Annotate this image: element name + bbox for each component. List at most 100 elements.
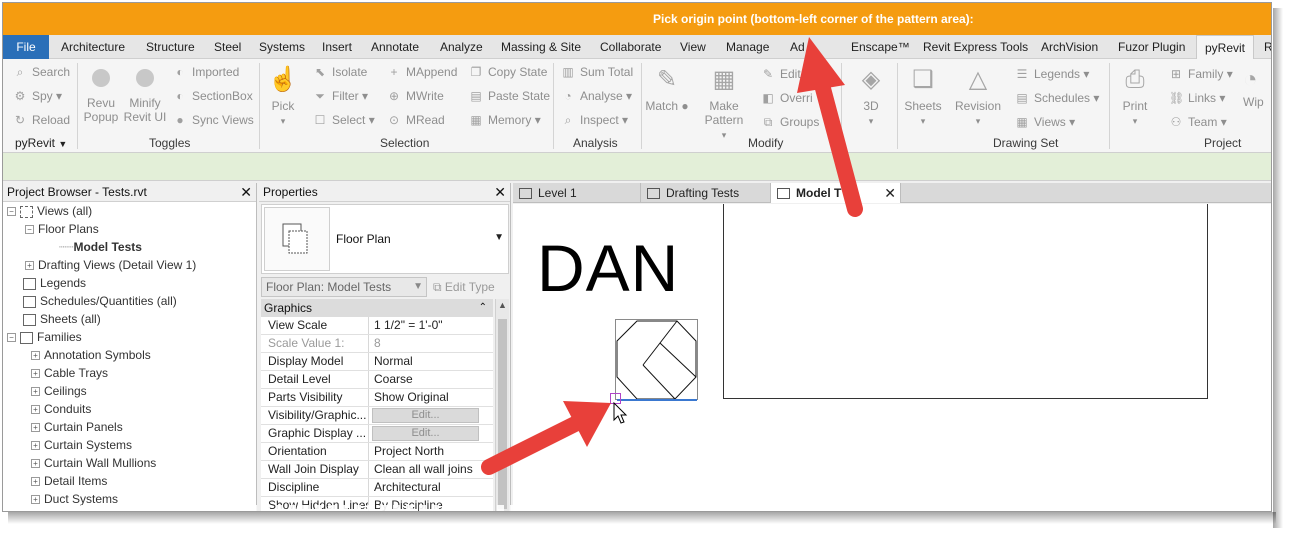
expand-icon[interactable]: +: [31, 387, 40, 397]
3d-view-button[interactable]: ◈ 3D ▾: [851, 65, 891, 128]
make-pattern-button[interactable]: ▦ Make Pattern ▾: [701, 65, 747, 142]
tree-item-detail-items[interactable]: + Detail Items: [31, 472, 107, 490]
expand-icon[interactable]: +: [31, 351, 40, 361]
imported-toggle[interactable]: ◐ Imported: [173, 65, 239, 79]
sectionbox-toggle[interactable]: ◐ SectionBox: [173, 89, 252, 103]
groups-button[interactable]: ⧉ Groups: [761, 115, 820, 129]
isolate-button[interactable]: ⬉ Isolate: [313, 65, 367, 79]
property-row[interactable]: Show Hidden Lines By Discipline: [261, 497, 493, 511]
property-value[interactable]: 1 1/2" = 1'-0": [371, 317, 491, 334]
tab-fuzor-plugin[interactable]: Fuzor Plugin: [1116, 35, 1187, 59]
collapse-icon[interactable]: −: [25, 225, 34, 235]
property-value[interactable]: Architectural: [371, 479, 491, 496]
edit-button[interactable]: Edit...: [372, 426, 479, 441]
tree-item-floor-plans[interactable]: − Floor Plans: [25, 220, 99, 238]
tab-archvision[interactable]: ArchVision: [1039, 35, 1100, 59]
print-button[interactable]: ⎙ Print ▾: [1115, 65, 1155, 128]
property-row[interactable]: Display Model Normal: [261, 353, 493, 371]
type-selector[interactable]: Floor Plan ▼: [261, 204, 509, 274]
scroll-thumb[interactable]: [498, 319, 507, 509]
edit-button[interactable]: ✎ Edit: [761, 67, 801, 81]
property-row[interactable]: Detail Level Coarse: [261, 371, 493, 389]
select-button[interactable]: ☐ Select ▾: [313, 113, 375, 127]
tab-revit-express-tools[interactable]: Revit Express Tools: [921, 35, 1030, 59]
expand-icon[interactable]: +: [31, 477, 40, 487]
property-row[interactable]: Discipline Architectural: [261, 479, 493, 497]
tree-item-curtain-panels[interactable]: + Curtain Panels: [31, 418, 123, 436]
match-button[interactable]: ✎ Match ●: [645, 65, 689, 113]
collapse-icon[interactable]: −: [7, 333, 16, 343]
expand-icon[interactable]: +: [31, 459, 40, 469]
sheets-button[interactable]: ❑ Sheets ▾: [901, 65, 945, 128]
tab-enscape[interactable]: Enscape™: [849, 35, 912, 59]
view-tab-level-1[interactable]: Level 1: [513, 183, 641, 203]
tab-file[interactable]: File: [3, 35, 49, 59]
tree-item-model-tests[interactable]: ┈┈Model Tests: [59, 238, 142, 256]
view-tab-drafting-tests[interactable]: Drafting Tests: [641, 183, 771, 203]
instance-selector[interactable]: Floor Plan: Model Tests ▼: [261, 277, 427, 297]
memory-button[interactable]: ▦ Memory ▾: [469, 113, 540, 127]
team-button[interactable]: ⚇ Team ▾: [1169, 115, 1227, 129]
collapse-icon[interactable]: ⌃: [479, 299, 487, 317]
property-row[interactable]: View Scale 1 1/2" = 1'-0": [261, 317, 493, 335]
property-row[interactable]: Graphic Display ... Edit...: [261, 425, 493, 443]
tree-item-sheets[interactable]: Sheets (all): [23, 310, 101, 328]
tab-steel[interactable]: Steel: [212, 35, 243, 59]
tab-pyrevit[interactable]: pyRevit: [1196, 35, 1254, 59]
tab-overflow[interactable]: R: [1262, 35, 1271, 59]
property-row[interactable]: Scale Value 1: 8: [261, 335, 493, 353]
view-tab-model-tests[interactable]: Model T ✕: [771, 183, 901, 203]
minify-revit-ui-button[interactable]: Minify Revit UI: [123, 69, 167, 124]
property-row[interactable]: Orientation Project North: [261, 443, 493, 461]
edit-type-button[interactable]: ⧉ Edit Type: [433, 277, 495, 297]
mread-button[interactable]: ⊙ MRead: [387, 113, 445, 127]
tree-item-duct-systems[interactable]: + Duct Systems: [31, 490, 118, 508]
collapse-icon[interactable]: −: [7, 207, 16, 217]
tab-analyze[interactable]: Analyze: [438, 35, 485, 59]
inspect-button[interactable]: ⌕ Inspect ▾: [561, 113, 628, 127]
sync-views-toggle[interactable]: ● Sync Views: [173, 113, 253, 127]
property-value[interactable]: Show Original: [371, 389, 491, 406]
views-button[interactable]: ▦ Views ▾: [1015, 115, 1075, 129]
tab-annotate[interactable]: Annotate: [369, 35, 421, 59]
tab-view[interactable]: View: [678, 35, 708, 59]
tab-add-ins[interactable]: Ad: [788, 35, 807, 59]
reload-button[interactable]: ↻ Reload: [13, 113, 70, 127]
properties-group-graphics[interactable]: Graphics ⌃: [261, 299, 493, 317]
tab-architecture[interactable]: Architecture: [59, 35, 127, 59]
edit-button[interactable]: Edit...: [372, 408, 479, 423]
tree-item-ceilings[interactable]: + Ceilings: [31, 382, 87, 400]
tree-item-legends[interactable]: Legends: [23, 274, 86, 292]
tab-systems[interactable]: Systems: [257, 35, 307, 59]
tree-item-drafting-views[interactable]: + Drafting Views (Detail View 1): [25, 256, 196, 274]
expand-icon[interactable]: +: [25, 261, 34, 271]
tree-item-curtain-wall-mullions[interactable]: + Curtain Wall Mullions: [31, 454, 156, 472]
properties-scrollbar[interactable]: ▲: [495, 299, 509, 511]
sum-total-button[interactable]: ▥ Sum Total: [561, 65, 633, 79]
wipe-button[interactable]: ◔ Wip: [1243, 65, 1271, 109]
copy-state-button[interactable]: ❐ Copy State: [469, 65, 548, 79]
drawing-canvas[interactable]: DAN: [513, 204, 1271, 511]
expand-icon[interactable]: +: [31, 405, 40, 415]
tree-item-annotation-symbols[interactable]: + Annotation Symbols: [31, 346, 151, 364]
close-icon[interactable]: ✕: [240, 183, 252, 202]
mwrite-button[interactable]: ⊕ MWrite: [387, 89, 444, 103]
pick-button[interactable]: ☝ Pick ▾: [265, 65, 301, 128]
legends-button[interactable]: ☰ Legends ▾: [1015, 67, 1090, 81]
analyse-button[interactable]: ◔ Analyse ▾: [561, 89, 632, 103]
expand-icon[interactable]: +: [31, 423, 40, 433]
override-button[interactable]: ◧ Overri: [761, 91, 812, 105]
filter-button[interactable]: ⏷ Filter ▾: [313, 89, 368, 103]
tree-item-curtain-systems[interactable]: + Curtain Systems: [31, 436, 132, 454]
tab-insert[interactable]: Insert: [320, 35, 354, 59]
tab-massing-site[interactable]: Massing & Site: [499, 35, 583, 59]
close-icon[interactable]: ✕: [884, 183, 896, 203]
property-value[interactable]: By Discipline: [371, 497, 491, 511]
pyrevit-panel-label[interactable]: pyRevit ▼: [15, 136, 67, 150]
chevron-down-icon[interactable]: ▼: [494, 232, 504, 243]
family-button[interactable]: ⊞ Family ▾: [1169, 67, 1233, 81]
tab-collaborate[interactable]: Collaborate: [598, 35, 663, 59]
revision-button[interactable]: △ Revision ▾: [953, 65, 1003, 128]
close-icon[interactable]: ✕: [494, 183, 506, 202]
tab-structure[interactable]: Structure: [144, 35, 197, 59]
